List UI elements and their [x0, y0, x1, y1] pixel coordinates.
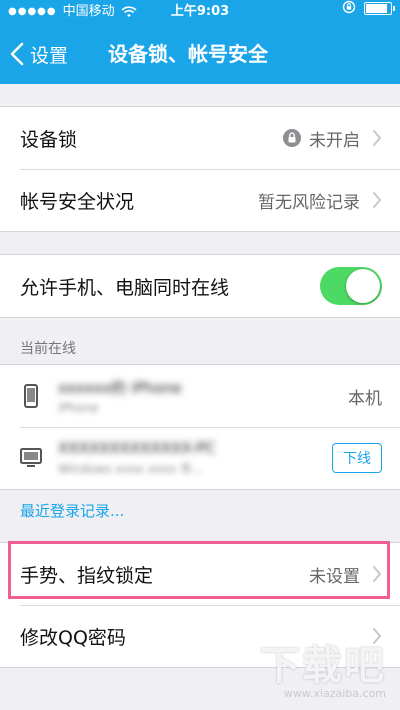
account-status-row[interactable]: 帐号安全状况 暂无风险记录	[0, 169, 400, 231]
watermark-logo: 下载吧	[260, 643, 386, 689]
chevron-right-icon	[373, 130, 382, 146]
battery-icon	[364, 1, 395, 15]
allow-online-row: 允许手机、电脑同时在线	[0, 255, 400, 317]
device-pc-detail: Windows xxxx xxxx 市...	[58, 462, 204, 476]
current-online-header: 当前在线	[20, 341, 76, 357]
device-lock-status: 未开启	[283, 126, 360, 151]
logout-device-button[interactable]: 下线	[332, 443, 382, 473]
device-lock-label: 设备锁	[20, 128, 78, 151]
computer-icon	[20, 448, 42, 467]
toggle-knob	[346, 269, 380, 303]
status-time: 上午9:03	[170, 4, 230, 19]
local-device-tag: 本机	[348, 388, 382, 409]
device-phone-info: xxxxxx的 iPhone iPhone	[58, 377, 348, 415]
nav-bar: 设置 设备锁、帐号安全	[0, 24, 400, 84]
watermark: 下载吧 www.xiazaiba.com	[260, 633, 386, 700]
page-title: 设备锁、帐号安全	[108, 42, 268, 66]
phone-icon	[24, 384, 38, 408]
allow-online-label: 允许手机、电脑同时在线	[20, 276, 230, 299]
chevron-left-icon	[10, 42, 24, 66]
account-status-label: 帐号安全状况	[20, 190, 135, 213]
status-bar: ●●●●● 中国移动 上午9:03	[0, 0, 400, 24]
gesture-lock-label: 手势、指纹锁定	[20, 564, 154, 587]
online-devices-section: xxxxxx的 iPhone iPhone 本机 XXXXXXXXXXXXX-P…	[0, 364, 400, 490]
status-right	[342, 0, 395, 15]
device-pc-name: XXXXXXXXXXXXX-PC	[58, 439, 216, 457]
back-label: 设置	[30, 44, 69, 67]
device-row-pc: XXXXXXXXXXXXX-PC Windows xxxx xxxx 市... …	[0, 427, 400, 489]
device-pc-info: XXXXXXXXXXXXX-PC Windows xxxx xxxx 市...	[58, 439, 332, 477]
top-bar: ●●●●● 中国移动 上午9:03 设置 设备锁、帐号安全	[0, 0, 400, 84]
device-lock-value: 未开启	[309, 130, 360, 151]
device-lock-row[interactable]: 设备锁 未开启	[0, 107, 400, 169]
online-toggle-section: 允许手机、电脑同时在线	[0, 254, 400, 318]
lock-icon	[283, 129, 301, 147]
back-button[interactable]: 设置	[10, 38, 68, 70]
chevron-right-icon	[373, 192, 382, 208]
device-phone-name: xxxxxx的 iPhone	[58, 379, 182, 397]
gesture-lock-row[interactable]: 手势、指纹锁定 未设置	[0, 543, 400, 605]
device-phone-detail: iPhone	[58, 401, 99, 415]
recent-login-link[interactable]: 最近登录记录...	[20, 500, 124, 521]
gesture-lock-value: 未设置	[309, 566, 360, 587]
rotation-lock-icon	[342, 0, 356, 14]
chevron-right-icon	[373, 566, 382, 582]
security-section: 设备锁 未开启 帐号安全状况 暂无风险记录	[0, 106, 400, 232]
account-status-value: 暂无风险记录	[258, 192, 360, 213]
device-row-phone: xxxxxx的 iPhone iPhone 本机	[0, 365, 400, 427]
allow-online-toggle[interactable]	[320, 267, 382, 305]
